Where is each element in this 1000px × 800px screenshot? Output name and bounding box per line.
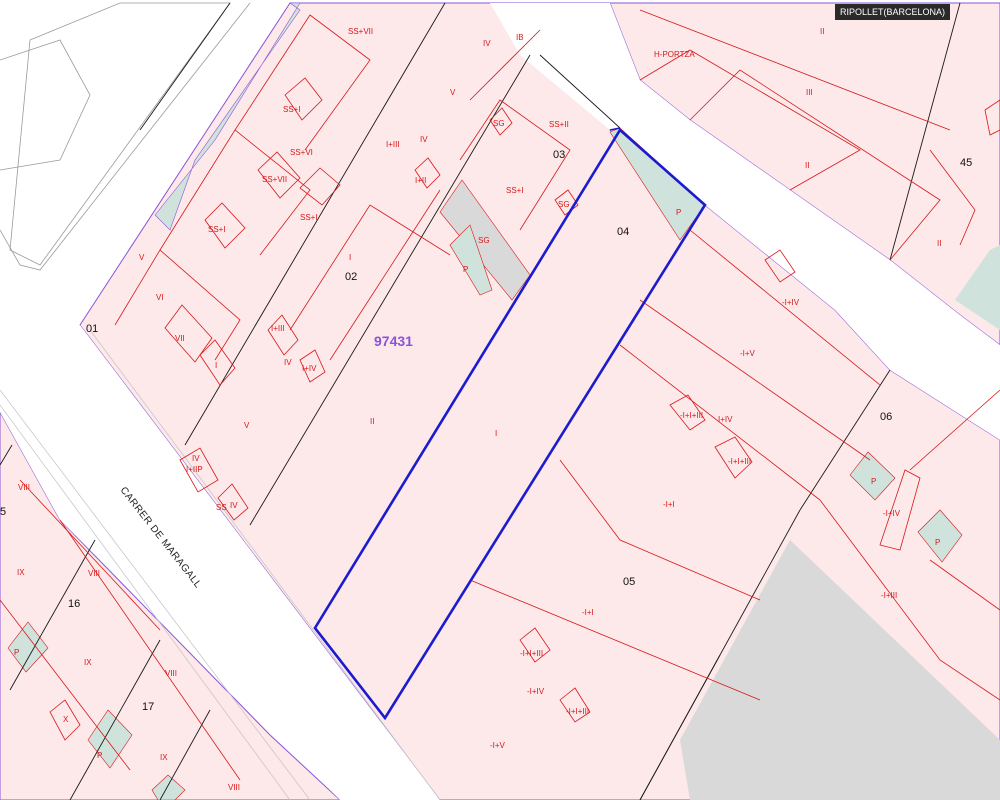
cadastral-map[interactable]: 01 02 03 04 05 06 45 16 17 5 97431 CARRE…: [0, 0, 1000, 800]
floor-label: VII: [175, 334, 185, 343]
floor-label: SS+II: [549, 120, 569, 129]
parcel-number: 16: [68, 598, 80, 610]
floor-label: H-PORTZA: [654, 50, 695, 59]
parcel-number: 17: [142, 701, 154, 713]
floor-label: -I+IV: [782, 298, 800, 307]
floor-label: IV: [483, 39, 491, 48]
floor-label: SS+I: [506, 186, 524, 195]
floor-label: P: [463, 265, 468, 274]
floor-label: -I+I+III: [520, 649, 543, 658]
parcel-number: 5: [0, 506, 6, 518]
floor-label: P: [676, 208, 681, 217]
floor-label: -I+I: [663, 500, 675, 509]
floor-label: SS+VI: [290, 148, 313, 157]
floor-label: IV: [230, 501, 238, 510]
parcel-number: 04: [617, 226, 629, 238]
parcel-reference: 97431: [374, 333, 413, 349]
floor-label: I+IV: [718, 415, 733, 424]
floor-label: I+II: [415, 176, 426, 185]
parcel-number: 06: [880, 411, 892, 423]
floor-label: VIII: [228, 783, 240, 792]
floor-label: -I+IV: [883, 509, 901, 518]
parcel-number: 05: [623, 576, 635, 588]
floor-label: SS+I: [300, 213, 318, 222]
floor-label: P: [97, 751, 102, 760]
location-badge: RIPOLLET(BARCELONA): [834, 4, 950, 20]
floor-label: II: [370, 417, 374, 426]
floor-label: I: [349, 253, 351, 262]
parcel-number: 03: [553, 149, 565, 161]
floor-label: P: [14, 648, 19, 657]
floor-label: IV: [420, 135, 428, 144]
floor-label: P: [871, 477, 876, 486]
floor-label: IB: [516, 33, 524, 42]
floor-label: SS+I: [208, 225, 226, 234]
floor-label: X: [63, 715, 69, 724]
floor-label: SG: [478, 236, 490, 245]
floor-label: V: [450, 88, 456, 97]
floor-label: V: [139, 253, 145, 262]
floor-label: I+IV: [302, 364, 317, 373]
floor-label: II: [820, 27, 824, 36]
floor-label: I+III: [271, 324, 285, 333]
floor-label: SS+VII: [348, 27, 373, 36]
floor-label: VIII: [88, 569, 100, 578]
parcel-number: 45: [960, 157, 972, 169]
floor-label: IV: [192, 454, 200, 463]
floor-label: -I+I+III: [566, 707, 589, 716]
floor-label: SS+I: [283, 105, 301, 114]
floor-label: VIII: [165, 669, 177, 678]
floor-label: -I+I: [582, 608, 594, 617]
floor-label: I: [215, 361, 217, 370]
floor-label: IV: [284, 358, 292, 367]
floor-label: VI: [156, 293, 164, 302]
floor-label: P: [935, 538, 940, 547]
floor-label: -I+III: [881, 591, 897, 600]
floor-label: II: [805, 161, 809, 170]
floor-label: -I+IV: [527, 687, 545, 696]
floor-label: II: [937, 239, 941, 248]
floor-label: -I+I+III: [728, 457, 751, 466]
floor-label: IX: [84, 658, 92, 667]
floor-label: VIII: [18, 483, 30, 492]
floor-label: SG: [558, 200, 570, 209]
floor-label: V: [244, 421, 250, 430]
floor-label: I+IIP: [186, 465, 203, 474]
floor-label: -I+V: [740, 349, 756, 358]
floor-label: I+III: [386, 140, 400, 149]
floor-label: SG: [493, 119, 505, 128]
parcel-number: 01: [86, 323, 98, 335]
floor-label: -I+I+III: [680, 411, 703, 420]
floor-label: IX: [160, 753, 168, 762]
parcel-number: 02: [345, 271, 357, 283]
floor-label: -I+V: [490, 741, 506, 750]
floor-label: SS+VII: [262, 175, 287, 184]
floor-label: IX: [17, 568, 25, 577]
floor-label: I: [495, 429, 497, 438]
floor-label: III: [806, 88, 813, 97]
floor-label: SS: [216, 503, 227, 512]
